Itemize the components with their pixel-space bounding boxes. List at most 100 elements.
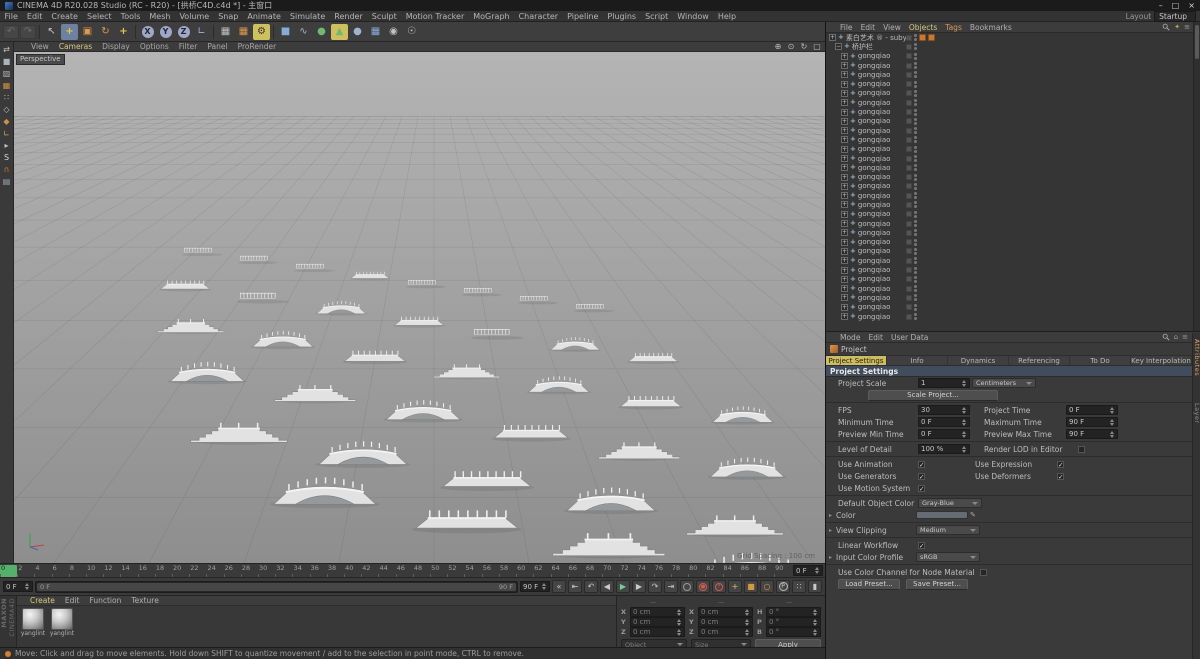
object-name[interactable]: gongqiao — [858, 192, 891, 200]
tree-expander-icon[interactable]: + — [841, 229, 848, 236]
tree-expander-icon[interactable]: + — [841, 62, 848, 69]
prev-frame-button[interactable]: ◀ — [600, 580, 614, 593]
tree-expander-icon[interactable]: + — [841, 99, 848, 106]
om-menu-item-file[interactable]: File — [836, 23, 857, 32]
tree-expander-icon[interactable]: + — [841, 90, 848, 97]
viewport-menu-item-prorender[interactable]: ProRender — [233, 42, 282, 51]
view-clipping-dropdown[interactable]: Medium — [916, 525, 980, 535]
visibility-dots-icon[interactable] — [914, 136, 917, 143]
object-row-root[interactable]: ++素白艺术 ® - suby.cn/vip — [826, 33, 1200, 42]
object-enable-icon[interactable] — [906, 202, 912, 208]
polygons-mode-icon[interactable]: ◆ — [1, 116, 13, 127]
om-menu-item-tags[interactable]: Tags — [941, 23, 966, 32]
object-row[interactable]: ++gongqiao — [826, 163, 1200, 172]
timeline-tick[interactable]: 76 — [654, 565, 671, 577]
tree-expander-icon[interactable]: + — [841, 174, 848, 181]
menu-item-script[interactable]: Script — [641, 12, 673, 21]
position-y-field[interactable]: 0 cm — [630, 617, 685, 627]
minimum-time-field[interactable]: 0 F — [918, 417, 970, 427]
magnet-icon[interactable]: ∩ — [1, 164, 13, 175]
object-name[interactable]: gongqiao — [858, 127, 891, 135]
close-button[interactable]: × — [1188, 1, 1195, 11]
menu-item-mesh[interactable]: Mesh — [145, 12, 175, 21]
pan-view-icon[interactable]: ⊕ — [773, 42, 783, 51]
profile-expander-icon[interactable]: ▸ — [829, 554, 834, 561]
object-row[interactable]: ++gongqiao — [826, 238, 1200, 247]
timeline-tick[interactable]: 60 — [516, 565, 533, 577]
attribute-tab-info[interactable]: Info — [887, 356, 948, 365]
object-name[interactable]: gongqiao — [858, 62, 891, 70]
tree-expander-icon[interactable]: + — [841, 201, 848, 208]
visibility-dots-icon[interactable] — [914, 118, 917, 125]
object-enable-icon[interactable] — [906, 248, 912, 254]
color-swatch[interactable] — [916, 511, 968, 519]
tree-expander-icon[interactable]: + — [841, 146, 848, 153]
material-menu-item-texture[interactable]: Texture — [126, 596, 163, 605]
object-enable-icon[interactable] — [906, 146, 912, 152]
object-name[interactable]: gongqiao — [858, 155, 891, 163]
object-name[interactable]: gongqiao — [858, 201, 891, 209]
rotation-h-field[interactable]: 0 ° — [766, 607, 821, 617]
timeline-tick[interactable]: 78 — [671, 565, 688, 577]
tree-expander-icon[interactable]: + — [841, 220, 848, 227]
tree-expander-icon[interactable]: + — [841, 239, 848, 246]
zoom-view-icon[interactable]: ⊙ — [786, 42, 796, 51]
prev-key-button[interactable]: ↶ — [584, 580, 598, 593]
timeline-tick[interactable]: 38 — [327, 565, 344, 577]
snap-mode-icon[interactable]: S — [1, 152, 13, 163]
key-rotation-toggle[interactable]: ○ — [760, 580, 774, 593]
timeline-tick[interactable]: 42 — [361, 565, 378, 577]
viewport-menu-item-filter[interactable]: Filter — [174, 42, 203, 51]
visibility-dots-icon[interactable] — [914, 146, 917, 153]
om-menu-item-bookmarks[interactable]: Bookmarks — [966, 23, 1016, 32]
object-name[interactable]: gongqiao — [858, 89, 891, 97]
timeline-tick[interactable]: 86 — [740, 565, 757, 577]
timeline-tick[interactable]: 66 — [568, 565, 585, 577]
object-row[interactable]: ++gongqiao — [826, 154, 1200, 163]
timeline-tick[interactable]: 52 — [447, 565, 464, 577]
size-z-field[interactable]: 0 cm — [698, 627, 753, 637]
object-row[interactable]: ++gongqiao — [826, 182, 1200, 191]
rotation-p-field[interactable]: 0 ° — [766, 617, 821, 627]
visibility-dots-icon[interactable] — [914, 304, 917, 311]
object-enable-icon[interactable] — [906, 230, 912, 236]
add-subdivision-button[interactable]: ● — [313, 24, 330, 40]
timeline-tick[interactable]: 14 — [120, 565, 137, 577]
attribute-tab-to-do[interactable]: To Do — [1070, 356, 1131, 365]
goto-start-button[interactable]: ⇤ — [568, 580, 582, 593]
keyframe-selection-toggle[interactable]: ▮ — [808, 580, 822, 593]
timeline-ruler[interactable]: 0246810121416182022242628303234363840424… — [0, 563, 825, 577]
om-menu-item-objects[interactable]: Objects — [905, 23, 941, 32]
object-name[interactable]: gongqiao — [858, 220, 891, 228]
edges-mode-icon[interactable]: ◇ — [1, 104, 13, 115]
object-enable-icon[interactable] — [906, 44, 912, 50]
coordinate-system-toggle[interactable]: ∟ — [193, 24, 210, 40]
timeline-tick[interactable]: 84 — [723, 565, 740, 577]
timeline-tick[interactable]: 34 — [292, 565, 309, 577]
key-position-toggle[interactable]: + — [728, 580, 742, 593]
object-enable-icon[interactable] — [906, 81, 912, 87]
object-enable-icon[interactable] — [906, 72, 912, 78]
menu-item-motion-tracker[interactable]: Motion Tracker — [401, 12, 469, 21]
object-enable-icon[interactable] — [906, 211, 912, 217]
add-deformer-button[interactable]: ● — [349, 24, 366, 40]
menu-item-simulate[interactable]: Simulate — [285, 12, 329, 21]
object-row[interactable]: ++gongqiao — [826, 191, 1200, 200]
menu-item-plugins[interactable]: Plugins — [603, 12, 641, 21]
object-enable-icon[interactable] — [906, 193, 912, 199]
object-row[interactable]: ++gongqiao — [826, 89, 1200, 98]
points-mode-icon[interactable]: ∷ — [1, 92, 13, 103]
project-scale-unit-dropdown[interactable]: Centimeters — [972, 378, 1036, 388]
object-name[interactable]: gongqiao — [858, 136, 891, 144]
object-row-group[interactable]: −+桥护栏 — [826, 42, 1200, 51]
tree-expander-icon[interactable]: + — [841, 257, 848, 264]
object-row[interactable]: ++gongqiao — [826, 145, 1200, 154]
timeline-tick[interactable]: 58 — [499, 565, 516, 577]
section-header[interactable]: Project Settings — [826, 366, 1192, 377]
project-scale-field[interactable]: 1 — [918, 378, 970, 388]
object-row[interactable]: ++gongqiao — [826, 61, 1200, 70]
object-enable-icon[interactable] — [906, 286, 912, 292]
am-menu-item-user-data[interactable]: User Data — [887, 333, 932, 342]
object-enable-icon[interactable] — [906, 221, 912, 227]
use-generators-checkbox[interactable]: ✓ — [918, 473, 925, 480]
